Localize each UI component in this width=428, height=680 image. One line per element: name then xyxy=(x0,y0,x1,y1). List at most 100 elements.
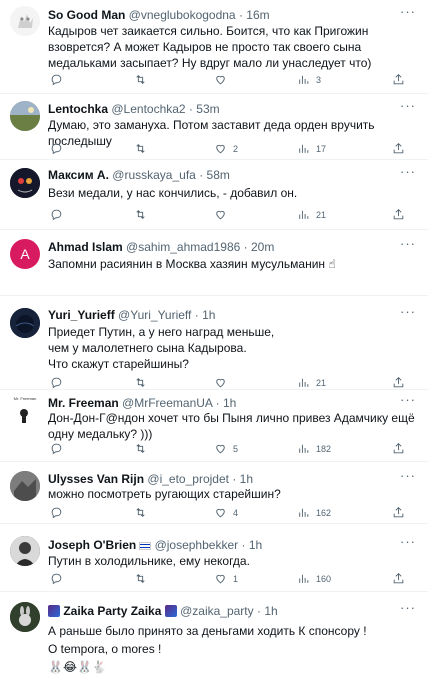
views-button[interactable]: 17 xyxy=(297,142,326,155)
views-button[interactable]: 21 xyxy=(297,376,326,389)
avatar[interactable]: Mr. Freeman xyxy=(10,395,40,425)
author-name[interactable]: Ahmad Islam xyxy=(48,240,123,254)
author-name[interactable]: Yuri_Yurieff xyxy=(48,308,115,322)
like-button[interactable] xyxy=(214,208,227,221)
reply-button[interactable] xyxy=(50,208,63,221)
reply-icon xyxy=(51,209,62,221)
share-button[interactable] xyxy=(392,442,405,455)
more-options-button[interactable]: ··· xyxy=(400,304,416,319)
share-icon xyxy=(393,142,404,154)
reply-button[interactable] xyxy=(50,73,63,86)
tweet-6[interactable]: Mr. Freeman Mr. Freeman @MrFreemanUA · 1… xyxy=(0,390,428,462)
tweet-actions: 2 17 xyxy=(48,142,416,158)
avatar[interactable] xyxy=(10,536,40,566)
author-handle[interactable]: @Lentochka2 xyxy=(111,102,185,116)
tweet-2[interactable]: Lentochka @Lentochka2 · 53m ··· Думаю, э… xyxy=(0,94,428,160)
share-button[interactable] xyxy=(392,376,405,389)
author-name[interactable]: Lentochka xyxy=(48,102,108,116)
avatar[interactable] xyxy=(10,168,40,198)
author-handle[interactable]: @vneglubokogodna xyxy=(129,8,236,22)
retweet-button[interactable] xyxy=(134,376,147,389)
timestamp[interactable]: 1h xyxy=(202,308,215,322)
views-icon xyxy=(299,75,309,84)
author-handle[interactable]: @sahim_ahmad1986 xyxy=(126,240,240,254)
more-options-button[interactable]: ··· xyxy=(400,4,416,19)
timestamp[interactable]: 1h xyxy=(264,604,277,618)
avatar[interactable] xyxy=(10,101,40,131)
avatar[interactable] xyxy=(10,602,40,632)
retweet-button[interactable] xyxy=(134,142,147,155)
views-count: 3 xyxy=(316,74,322,85)
tweet-8[interactable]: Joseph O'Brien @josephbekker · 1h ··· Пу… xyxy=(0,524,428,592)
author-handle[interactable]: @russkaya_ufa xyxy=(112,168,196,182)
views-button[interactable]: 3 xyxy=(297,73,321,86)
author-name[interactable]: Joseph O'Brien xyxy=(48,538,136,552)
author-name[interactable]: So Good Man xyxy=(48,8,125,22)
author-handle[interactable]: @zaika_party xyxy=(180,604,254,618)
avatar[interactable] xyxy=(10,308,40,338)
retweet-button[interactable] xyxy=(134,73,147,86)
like-button[interactable]: 5 xyxy=(214,442,238,455)
like-button[interactable] xyxy=(214,73,233,86)
like-button[interactable]: 1 xyxy=(214,572,238,585)
like-button[interactable]: 4 xyxy=(214,506,238,519)
more-options-button[interactable]: ··· xyxy=(400,98,416,113)
author-name[interactable]: Mr. Freeman xyxy=(48,396,119,410)
author-name[interactable]: Zaika Party Zaika xyxy=(63,604,161,618)
avatar[interactable] xyxy=(10,471,40,501)
tweet-9[interactable]: Zaika Party Zaika @zaika_party · 1h ··· … xyxy=(0,592,428,680)
timestamp[interactable]: 1h xyxy=(223,396,236,410)
tweet-3[interactable]: Максим А. @russkaya_ufa · 58m ··· Вези м… xyxy=(0,160,428,230)
views-icon xyxy=(299,508,309,517)
more-options-button[interactable]: ··· xyxy=(400,468,416,483)
more-options-button[interactable]: ··· xyxy=(400,236,416,251)
like-button[interactable] xyxy=(214,376,227,389)
retweet-button[interactable] xyxy=(134,572,147,585)
views-button[interactable]: 162 xyxy=(297,506,331,519)
reply-button[interactable] xyxy=(50,376,63,389)
views-count: 21 xyxy=(316,209,327,220)
reply-button[interactable] xyxy=(50,506,63,519)
author-handle[interactable]: @Yuri_Yurieff xyxy=(118,308,191,322)
reply-button[interactable] xyxy=(50,142,63,155)
share-button[interactable] xyxy=(392,208,405,221)
retweet-button[interactable] xyxy=(134,208,147,221)
tweet-4[interactable]: A Ahmad Islam @sahim_ahmad1986 · 20m ···… xyxy=(0,230,428,296)
tweet-7[interactable]: Ulysses Van Rijn @i_eto_projdet · 1h ···… xyxy=(0,462,428,524)
timestamp[interactable]: 53m xyxy=(196,102,219,116)
views-button[interactable]: 182 xyxy=(297,442,331,455)
more-options-button[interactable]: ··· xyxy=(400,534,416,549)
author-name[interactable]: Максим А. xyxy=(48,168,109,182)
timestamp[interactable]: 1h xyxy=(249,538,262,552)
share-button[interactable] xyxy=(392,142,405,155)
timestamp[interactable]: 58m xyxy=(207,168,230,182)
avatar[interactable]: A xyxy=(10,239,40,269)
retweet-button[interactable] xyxy=(134,506,147,519)
author-handle[interactable]: @MrFreemanUA xyxy=(122,396,212,410)
timestamp[interactable]: 20m xyxy=(251,240,274,254)
views-count: 182 xyxy=(316,443,332,454)
tweet-1[interactable]: So Good Man @vneglubokogodna · 16m ··· К… xyxy=(0,0,428,94)
views-button[interactable]: 21 xyxy=(297,208,326,221)
reply-button[interactable] xyxy=(50,572,63,585)
tweet-header: Ulysses Van Rijn @i_eto_projdet · 1h xyxy=(48,472,254,486)
timestamp[interactable]: 1h xyxy=(240,472,253,486)
author-name[interactable]: Ulysses Van Rijn xyxy=(48,472,144,486)
tweet-header: Joseph O'Brien @josephbekker · 1h xyxy=(48,538,263,552)
like-button[interactable]: 2 xyxy=(214,142,238,155)
tweet-header: Максим А. @russkaya_ufa · 58m xyxy=(48,168,230,182)
tweet-5[interactable]: Yuri_Yurieff @Yuri_Yurieff · 1h ··· Прие… xyxy=(0,296,428,390)
timestamp[interactable]: 16m xyxy=(246,8,269,22)
retweet-button[interactable] xyxy=(134,442,147,455)
author-handle[interactable]: @josephbekker xyxy=(155,538,239,552)
share-button[interactable] xyxy=(392,572,405,585)
more-options-button[interactable]: ··· xyxy=(400,600,416,615)
more-options-button[interactable]: ··· xyxy=(400,164,416,179)
share-button[interactable] xyxy=(392,506,405,519)
share-button[interactable] xyxy=(392,73,405,86)
more-options-button[interactable]: ··· xyxy=(400,392,416,407)
reply-button[interactable] xyxy=(50,442,63,455)
author-handle[interactable]: @i_eto_projdet xyxy=(147,472,229,486)
views-button[interactable]: 160 xyxy=(297,572,331,585)
avatar[interactable] xyxy=(10,6,40,36)
